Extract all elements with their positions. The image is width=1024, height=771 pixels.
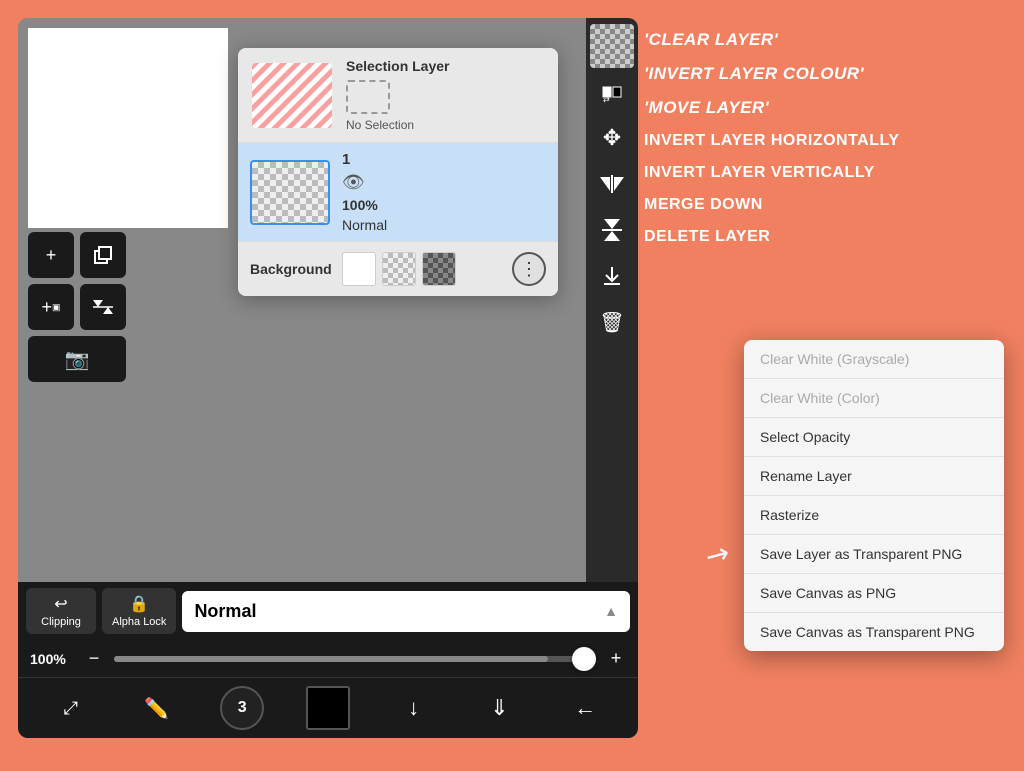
down-arrow-button[interactable]: ↓	[392, 686, 436, 730]
invert-colour-label: 'INVERT LAYER COLOUR'	[644, 64, 1014, 84]
layer-opacity: 100%	[342, 197, 387, 213]
layer-info: 1 👁 100% Normal	[342, 151, 387, 233]
camera-button[interactable]: 📷	[28, 336, 126, 382]
bg-swatch-white[interactable]	[342, 252, 376, 286]
layer-thumbnail	[250, 160, 330, 225]
context-menu: Clear White (Grayscale)Clear White (Colo…	[744, 340, 1004, 651]
opacity-bar: 100% − +	[18, 640, 638, 677]
clear-layer-label: 'CLEAR LAYER'	[644, 30, 1014, 50]
selection-info: Selection Layer No Selection	[346, 58, 450, 132]
bg-swatch-dark[interactable]	[422, 252, 456, 286]
no-selection-box	[346, 80, 390, 114]
right-toolbar: ⇄ ✥ 🗑	[586, 18, 638, 582]
context-menu-item[interactable]: Rename Layer	[744, 457, 1004, 496]
layer-number: 1	[342, 151, 387, 168]
invert-vertical-label: INVERT LAYER VERTICALLY	[644, 164, 1014, 182]
opacity-decrease-button[interactable]: −	[84, 648, 104, 669]
flip-vertical-button[interactable]	[590, 208, 634, 252]
context-menu-item[interactable]: Rasterize	[744, 496, 1004, 535]
add-image-button[interactable]: +▣	[28, 284, 74, 330]
brush-tool-button[interactable]: ✏️	[135, 686, 179, 730]
flip-horizontal-button[interactable]	[590, 162, 634, 206]
left-controls-row1: +	[28, 232, 126, 278]
alpha-lock-label: Alpha Lock	[112, 616, 166, 628]
annotation-area: 'CLEAR LAYER' 'INVERT LAYER COLOUR' 'MOV…	[644, 30, 1014, 246]
duplicate-layer-button[interactable]	[80, 232, 126, 278]
context-menu-item[interactable]: Save Layer as Transparent PNG	[744, 535, 1004, 574]
blend-mode-dropdown[interactable]: Normal ▲	[182, 591, 630, 632]
selection-preview	[252, 63, 332, 128]
layer-eye-icon[interactable]: 👁	[342, 172, 387, 193]
stamp-label: 3	[238, 699, 247, 717]
no-selection-text: No Selection	[346, 118, 450, 132]
background-label: Background	[250, 261, 332, 277]
svg-text:⇄: ⇄	[603, 95, 610, 104]
transform-tool-button[interactable]: ⤢	[49, 686, 93, 730]
move-layer-label: 'MOVE LAYER'	[644, 98, 1014, 118]
arrow-annotation: ↗	[699, 534, 736, 574]
back-button[interactable]: ←	[563, 686, 607, 730]
selection-layer-title: Selection Layer	[346, 58, 450, 74]
context-menu-item[interactable]: Select Opacity	[744, 418, 1004, 457]
delete-layer-button[interactable]: 🗑	[590, 300, 634, 344]
lock-icon: 🔒	[129, 594, 149, 614]
active-layer-row[interactable]: 1 👁 100% Normal	[238, 143, 558, 242]
alpha-lock-button[interactable]: 🔒 Alpha Lock	[102, 588, 176, 634]
opacity-increase-button[interactable]: +	[606, 648, 626, 669]
blend-mode-value: Normal	[194, 601, 256, 622]
context-menu-item: Clear White (Color)	[744, 379, 1004, 418]
double-down-arrow-button[interactable]: ⇓	[477, 686, 521, 730]
color-swatch-button[interactable]	[306, 686, 350, 730]
background-row[interactable]: Background ⋮	[238, 242, 558, 296]
context-menu-item[interactable]: Save Canvas as Transparent PNG	[744, 613, 1004, 651]
opacity-slider-fill	[114, 656, 548, 662]
clear-layer-button[interactable]	[590, 24, 634, 68]
context-menu-item[interactable]: Save Canvas as PNG	[744, 574, 1004, 613]
merge-down-button[interactable]	[590, 254, 634, 298]
layer-blend-mode: Normal	[342, 217, 387, 233]
opacity-value: 100%	[30, 651, 74, 667]
context-menu-item: Clear White (Grayscale)	[744, 340, 1004, 379]
add-layer-button[interactable]: +	[28, 232, 74, 278]
bg-swatch-checker[interactable]	[382, 252, 416, 286]
clipping-label: Clipping	[41, 616, 81, 628]
merge-down-label: MERGE DOWN	[644, 196, 1014, 214]
selection-layer-row[interactable]: Selection Layer No Selection	[238, 48, 558, 143]
flip-layer-button[interactable]	[80, 284, 126, 330]
canvas-white	[28, 28, 228, 228]
left-controls-row3: 📷	[28, 336, 126, 382]
app-container: ⇄ ✥ 🗑 Selection Layer No Selecti	[18, 18, 638, 738]
bottom-actions: ↩ Clipping 🔒 Alpha Lock Normal ▲	[18, 582, 638, 640]
canvas-area: ⇄ ✥ 🗑 Selection Layer No Selecti	[18, 18, 638, 582]
left-controls-row2: +▣	[28, 284, 126, 330]
layers-panel: Selection Layer No Selection 1 👁 100% No…	[238, 48, 558, 296]
invert-colour-button[interactable]: ⇄	[590, 70, 634, 114]
clipping-icon: ↩	[54, 594, 67, 614]
move-layer-button[interactable]: ✥	[590, 116, 634, 160]
opacity-slider-thumb[interactable]	[572, 647, 596, 671]
bottom-toolbar: ⤢ ✏️ 3 ↓ ⇓ ←	[18, 677, 638, 738]
opacity-slider-track[interactable]	[114, 656, 596, 662]
invert-horizontal-label: INVERT LAYER HORIZONTALLY	[644, 132, 1014, 150]
chevron-down-icon: ▲	[604, 603, 618, 619]
left-controls: + +▣ 📷	[28, 232, 126, 382]
stamp-tool-button[interactable]: 3	[220, 686, 264, 730]
clipping-button[interactable]: ↩ Clipping	[26, 588, 96, 634]
delete-layer-label: DELETE LAYER	[644, 228, 1014, 246]
background-options-button[interactable]: ⋮	[512, 252, 546, 286]
